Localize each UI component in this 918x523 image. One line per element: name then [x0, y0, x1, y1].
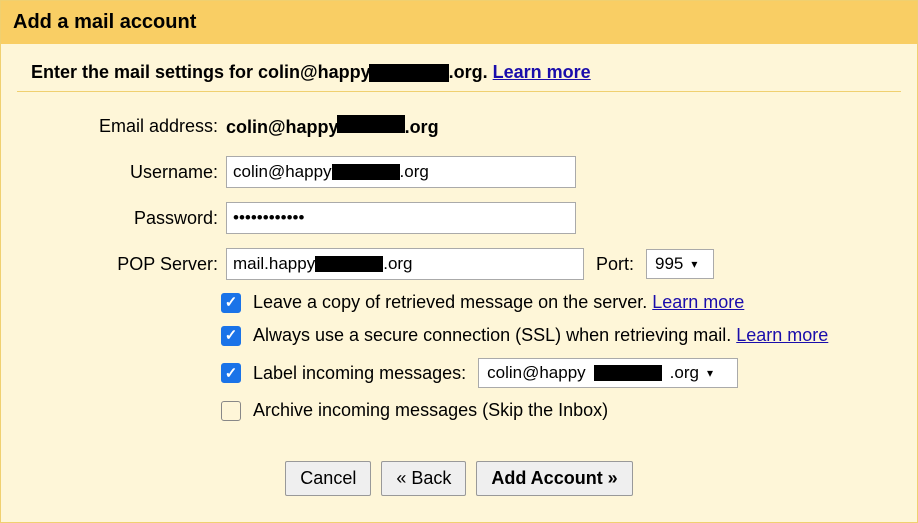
option-archive: Archive incoming messages (Skip the Inbo… — [221, 400, 887, 421]
username-label: Username: — [31, 162, 226, 183]
cancel-button[interactable]: Cancel — [285, 461, 371, 496]
add-account-button[interactable]: Add Account » — [476, 461, 632, 496]
back-button[interactable]: « Back — [381, 461, 466, 496]
chevron-down-icon: ▾ — [707, 366, 713, 380]
ssl-checkbox[interactable] — [221, 326, 241, 346]
subtitle-row: Enter the mail settings for colin@happy.… — [1, 44, 917, 91]
username-field[interactable]: colin@happy.org — [226, 156, 576, 188]
label-incoming-checkbox[interactable] — [221, 363, 241, 383]
option-leave-copy: Leave a copy of retrieved message on the… — [221, 292, 887, 313]
pop-server-label: POP Server: — [31, 254, 226, 275]
ssl-label: Always use a secure connection (SSL) whe… — [253, 325, 731, 345]
leave-copy-label: Leave a copy of retrieved message on the… — [253, 292, 647, 312]
redacted-domain — [332, 164, 400, 180]
archive-checkbox[interactable] — [221, 401, 241, 421]
password-label: Password: — [31, 208, 226, 229]
redacted-domain — [594, 365, 662, 381]
ssl-learn-more-link[interactable]: Learn more — [736, 325, 828, 345]
redacted-domain — [337, 115, 405, 133]
password-field[interactable] — [226, 202, 576, 234]
option-ssl: Always use a secure connection (SSL) whe… — [221, 325, 887, 346]
label-incoming-select[interactable]: colin@happy.org ▾ — [478, 358, 738, 388]
label-incoming-text: Label incoming messages: — [253, 363, 466, 384]
row-email: Email address: colin@happy.org — [31, 108, 887, 144]
port-label: Port: — [596, 254, 634, 275]
archive-label: Archive incoming messages (Skip the Inbo… — [253, 400, 608, 421]
row-username: Username: colin@happy.org — [31, 154, 887, 190]
dialog-title: Add a mail account — [13, 11, 905, 34]
leave-copy-checkbox[interactable] — [221, 293, 241, 313]
pop-server-field[interactable]: mail.happy.org — [226, 248, 584, 280]
title-bar: Add a mail account — [1, 1, 917, 44]
row-password: Password: — [31, 200, 887, 236]
option-label-incoming: Label incoming messages: colin@happy.org… — [221, 358, 887, 388]
email-value: colin@happy.org — [226, 115, 439, 138]
learn-more-link[interactable]: Learn more — [493, 62, 591, 82]
redacted-domain — [315, 256, 383, 272]
chevron-down-icon: ▾ — [691, 257, 697, 271]
subtitle-suffix: .org. — [449, 62, 488, 82]
redacted-domain — [369, 64, 449, 82]
form-area: Email address: colin@happy.org Username:… — [1, 92, 917, 496]
port-select[interactable]: 995 ▾ — [646, 249, 714, 279]
row-pop-server: POP Server: mail.happy.org Port: 995 ▾ — [31, 246, 887, 282]
email-label: Email address: — [31, 116, 226, 137]
button-row: Cancel « Back Add Account » — [31, 461, 887, 496]
leave-copy-learn-more-link[interactable]: Learn more — [652, 292, 744, 312]
options-group: Leave a copy of retrieved message on the… — [31, 292, 887, 421]
subtitle-prefix: Enter the mail settings for colin@happy — [31, 62, 371, 82]
add-mail-account-dialog: Add a mail account Enter the mail settin… — [0, 0, 918, 523]
